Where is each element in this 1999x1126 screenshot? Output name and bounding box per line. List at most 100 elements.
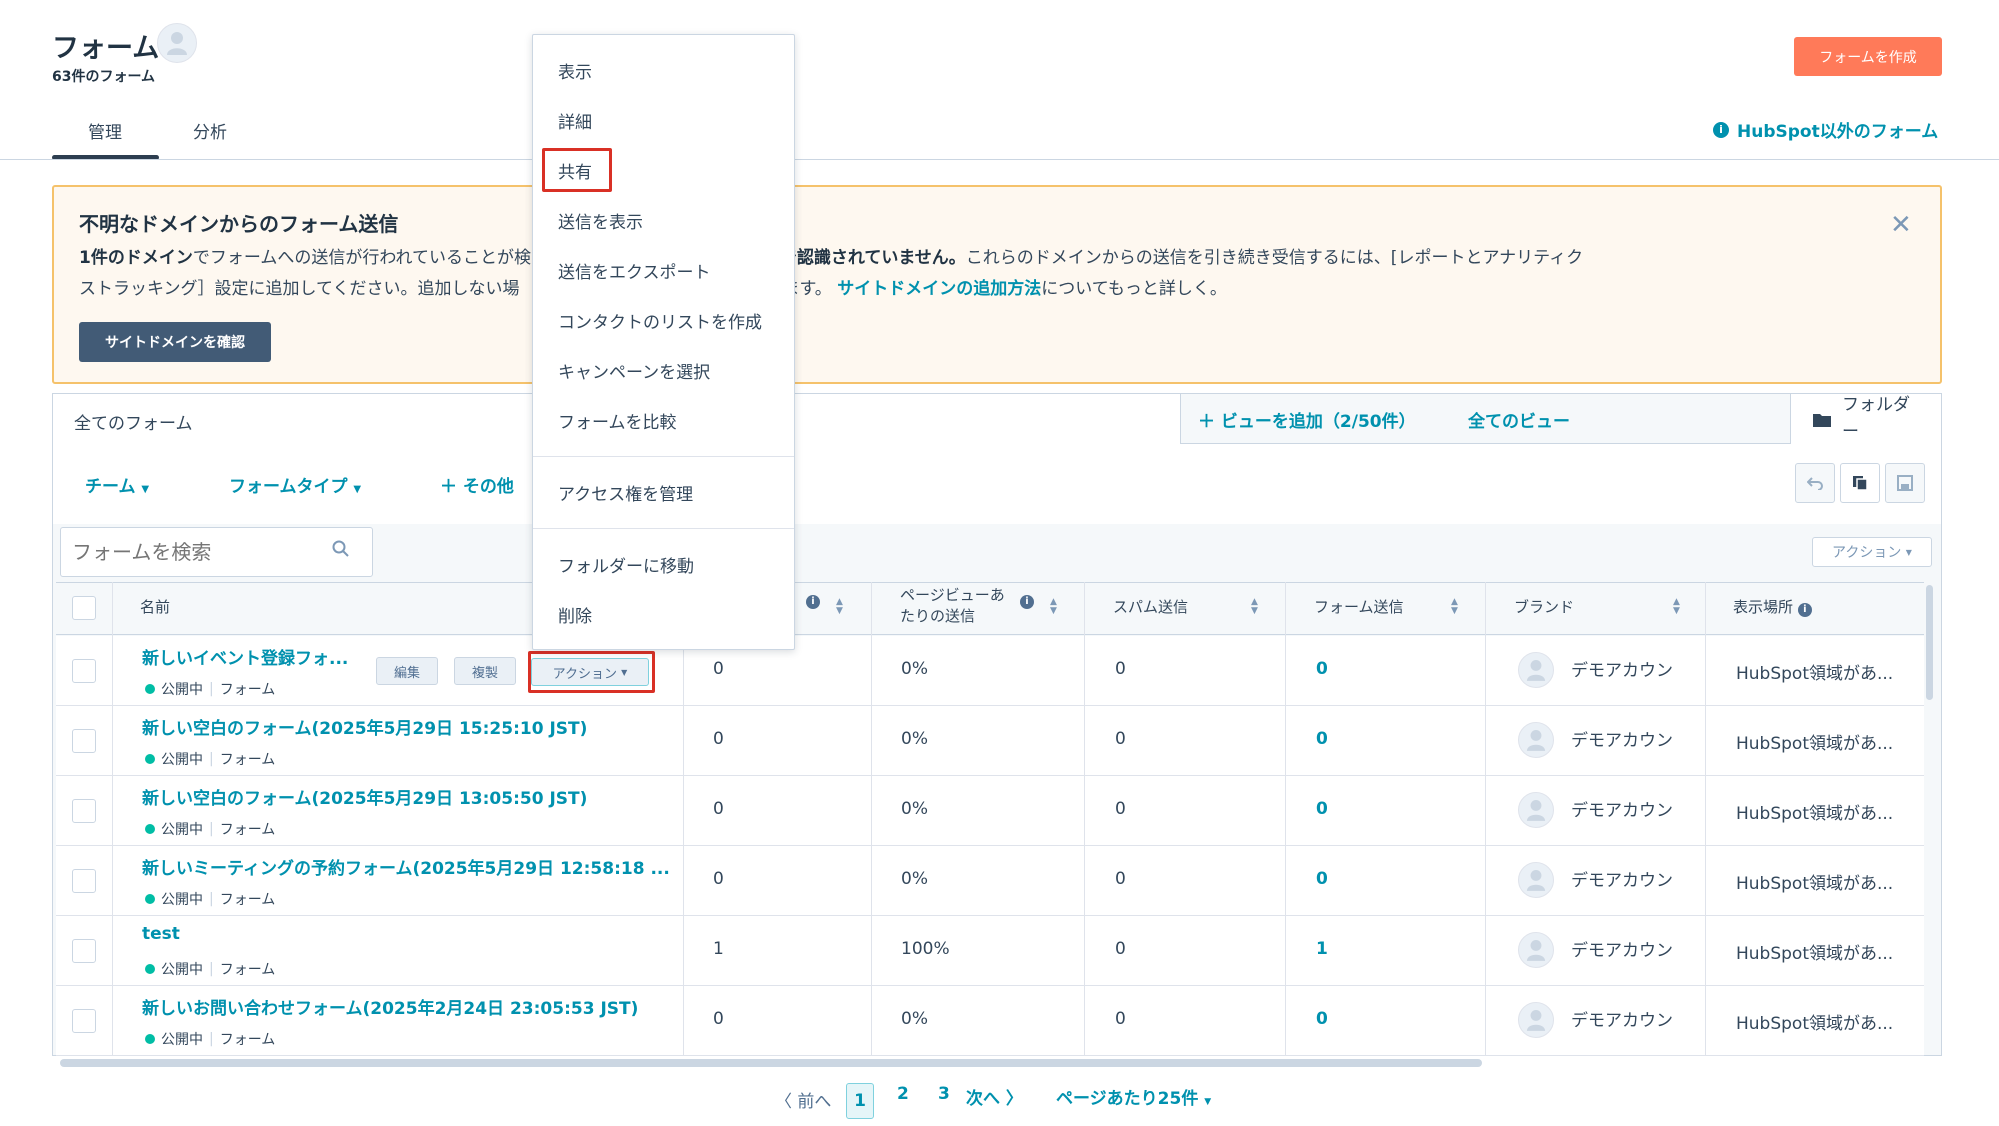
- column-header-location[interactable]: 表示場所 i: [1733, 597, 1812, 618]
- menu-item-manage-access[interactable]: アクセス権を管理: [558, 480, 693, 505]
- next-page-button[interactable]: 次へ 〉: [966, 1084, 1023, 1109]
- form-count: 63件のフォーム: [52, 69, 156, 85]
- table-actions-button[interactable]: アクション ▼: [1812, 537, 1932, 567]
- team-filter-label: チーム: [85, 477, 136, 497]
- clone-button[interactable]: 複製: [454, 657, 516, 685]
- sort-icon[interactable]: ▲ ▼: [1673, 598, 1680, 616]
- menu-item-view-submissions[interactable]: 送信を表示: [558, 208, 643, 233]
- form-name-link[interactable]: 新しいお問い合わせフォーム(2025年2月24日 23:05:53 JST): [142, 994, 638, 1019]
- submissions-link[interactable]: 1: [1316, 939, 1328, 959]
- row-checkbox[interactable]: [72, 1009, 96, 1033]
- all-views-link[interactable]: 全てのビュー: [1468, 407, 1570, 432]
- menu-item-create-contact-list[interactable]: コンタクトのリストを作成: [558, 308, 762, 333]
- form-type-filter[interactable]: フォームタイプ ▼: [229, 472, 361, 497]
- published-status-dot: [145, 684, 155, 694]
- page-2[interactable]: 2: [897, 1084, 909, 1104]
- alert-body: 1件のドメインでフォームへの送信が行われていることが検はHubSpotアナリティ…: [79, 243, 1869, 305]
- separator: |: [209, 891, 214, 907]
- tab-manage[interactable]: 管理: [88, 118, 122, 143]
- form-type-label: フォーム: [219, 962, 276, 978]
- menu-item-select-campaign[interactable]: キャンペーンを選択: [558, 358, 710, 383]
- spam-cell: 0: [1115, 869, 1126, 889]
- horizontal-scrollbar[interactable]: [60, 1059, 1482, 1067]
- submissions-link[interactable]: 0: [1316, 1009, 1328, 1029]
- form-name-link[interactable]: 新しいミーティングの予約フォーム(2025年5月29日 12:58:18 ...: [142, 854, 670, 879]
- edit-button[interactable]: 編集: [376, 657, 438, 685]
- create-form-button[interactable]: フォームを作成: [1794, 37, 1942, 76]
- menu-item-view[interactable]: 表示: [558, 58, 592, 83]
- submissions-link[interactable]: 0: [1316, 799, 1328, 819]
- submissions-link[interactable]: 0: [1316, 729, 1328, 749]
- team-filter[interactable]: チーム ▼: [85, 472, 149, 497]
- submissions-link[interactable]: 0: [1316, 659, 1328, 679]
- undo-button[interactable]: [1795, 463, 1835, 503]
- row-checkbox[interactable]: [72, 869, 96, 893]
- menu-item-export-submissions[interactable]: 送信をエクスポート: [558, 258, 711, 283]
- row-checkbox[interactable]: [72, 939, 96, 963]
- alert-text-1c: これらのドメインからの送信を引き続き受信するには、[レポートとアナリティク: [965, 248, 1584, 268]
- check-site-domain-button[interactable]: サイトドメインを確認: [79, 322, 271, 362]
- sort-icon[interactable]: ▲ ▼: [1050, 598, 1057, 616]
- form-type-label: フォーム: [219, 752, 276, 768]
- form-name-link[interactable]: test: [142, 924, 180, 944]
- sort-icon[interactable]: ▲ ▼: [836, 598, 843, 616]
- select-all-checkbox[interactable]: [72, 596, 96, 620]
- form-status: 公開中 | フォーム: [145, 959, 275, 979]
- spam-cell: 0: [1115, 799, 1126, 819]
- row-checkbox[interactable]: [72, 799, 96, 823]
- nonhubspot-forms-link[interactable]: i HubSpot以外のフォーム: [1713, 117, 1938, 142]
- row-checkbox[interactable]: [72, 729, 96, 753]
- form-type-label: フォーム: [219, 1032, 276, 1048]
- sort-icon[interactable]: ▲ ▼: [1251, 598, 1258, 616]
- search-input[interactable]: [72, 540, 312, 564]
- form-name-link[interactable]: 新しい空白のフォーム(2025年5月29日 15:25:10 JST): [142, 714, 587, 739]
- alert-text-2a: ストラッキング］設定に追加してください。追加しない場: [79, 279, 520, 299]
- brand-avatar-icon: [1518, 792, 1554, 828]
- page-1[interactable]: 1: [846, 1083, 874, 1119]
- menu-item-move-to-folder[interactable]: フォルダーに移動: [558, 552, 694, 577]
- more-filters-label: その他: [462, 477, 514, 497]
- brand-cell: デモアカウン: [1571, 941, 1673, 961]
- page-3[interactable]: 3: [938, 1084, 950, 1104]
- form-name-link[interactable]: 新しいイベント登録フォ...: [142, 644, 348, 669]
- pageview-rate-cell: 0%: [901, 869, 928, 889]
- sort-icon[interactable]: ▲ ▼: [1451, 598, 1458, 616]
- location-cell: HubSpot領域があ...: [1736, 664, 1894, 684]
- status-label: 公開中: [161, 752, 203, 768]
- column-header-pageview-rate[interactable]: ページビューあたりの送信: [900, 585, 1015, 627]
- add-site-domain-link[interactable]: サイトドメインの追加方法: [837, 279, 1041, 299]
- info-icon: i: [1713, 121, 1729, 138]
- close-icon[interactable]: ✕: [1890, 210, 1912, 240]
- column-header-brand[interactable]: ブランド: [1514, 597, 1574, 618]
- save-view-button[interactable]: [1885, 463, 1925, 503]
- more-filters-button[interactable]: ＋ その他: [440, 472, 514, 497]
- separator: |: [209, 961, 214, 977]
- vertical-scrollbar[interactable]: [1926, 585, 1933, 700]
- menu-item-delete[interactable]: 削除: [558, 602, 592, 627]
- caret-down-icon: ▼: [1905, 547, 1912, 557]
- column-header-spam[interactable]: スパム送信: [1113, 597, 1188, 618]
- submissions-link[interactable]: 0: [1316, 869, 1328, 889]
- clone-view-button[interactable]: [1840, 463, 1880, 503]
- column-header-submissions[interactable]: フォーム送信: [1314, 597, 1404, 618]
- column-header-location-label: 表示場所: [1733, 598, 1794, 616]
- form-name-link[interactable]: 新しい空白のフォーム(2025年5月29日 13:05:50 JST): [142, 784, 587, 809]
- actions-highlight-box: [528, 651, 655, 693]
- add-view-button[interactable]: ＋ ビューを追加（2/50件）: [1198, 407, 1416, 432]
- tab-analyze[interactable]: 分析: [193, 118, 227, 143]
- caret-down-icon: ▼: [141, 484, 150, 495]
- pageviews-cell: 1: [713, 939, 724, 959]
- form-status: 公開中 | フォーム: [145, 819, 275, 839]
- search-icon[interactable]: [332, 540, 350, 563]
- location-cell: HubSpot領域があ...: [1736, 734, 1894, 754]
- column-header-name[interactable]: 名前: [140, 597, 170, 618]
- per-page-select[interactable]: ページあたり25件 ▼: [1056, 1084, 1211, 1109]
- location-cell: HubSpot領域があ...: [1736, 874, 1894, 894]
- menu-item-details[interactable]: 詳細: [558, 108, 592, 133]
- page-title: フォーム: [52, 33, 160, 64]
- row-checkbox[interactable]: [72, 659, 96, 683]
- prev-page-button[interactable]: 〈 前へ: [775, 1087, 831, 1112]
- form-type-filter-label: フォームタイプ: [229, 477, 348, 497]
- caret-down-icon: ▼: [1204, 1097, 1212, 1107]
- menu-item-compare-forms[interactable]: フォームを比較: [558, 408, 677, 433]
